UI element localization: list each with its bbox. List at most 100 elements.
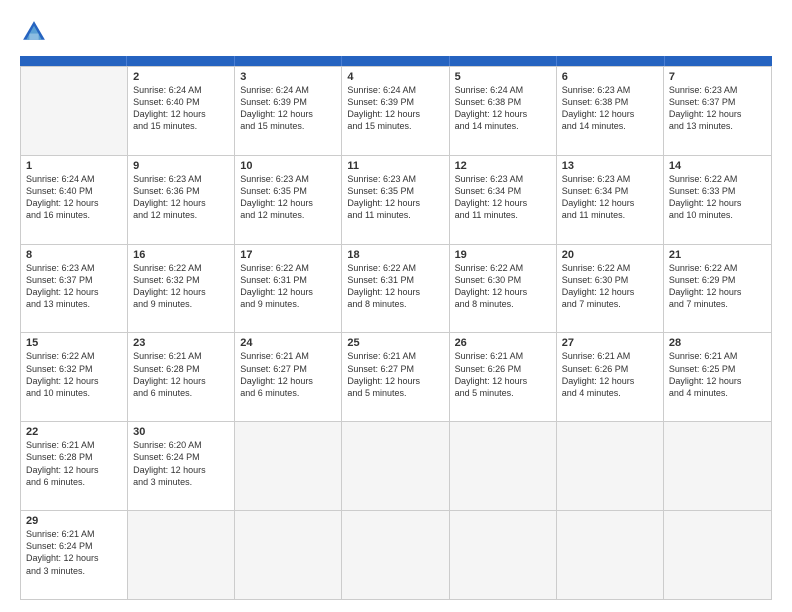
calendar-row-0: 2Sunrise: 6:24 AM Sunset: 6:40 PM Daylig…: [21, 66, 771, 155]
day-number-6: 6: [562, 71, 658, 83]
day-info-11: Sunrise: 6:23 AM Sunset: 6:35 PM Dayligh…: [347, 173, 443, 222]
day-number-3: 3: [240, 71, 336, 83]
day-cell-19: 19Sunrise: 6:22 AM Sunset: 6:30 PM Dayli…: [450, 245, 557, 333]
day-info-3: Sunrise: 6:24 AM Sunset: 6:39 PM Dayligh…: [240, 84, 336, 133]
day-number-20: 20: [562, 249, 658, 261]
calendar-body: 2Sunrise: 6:24 AM Sunset: 6:40 PM Daylig…: [20, 66, 772, 600]
day-number-23: 23: [133, 337, 229, 349]
day-cell-25: 25Sunrise: 6:21 AM Sunset: 6:27 PM Dayli…: [342, 333, 449, 421]
empty-cell-4-5: [557, 422, 664, 510]
day-info-2: Sunrise: 6:24 AM Sunset: 6:40 PM Dayligh…: [133, 84, 229, 133]
day-info-18: Sunrise: 6:22 AM Sunset: 6:31 PM Dayligh…: [347, 262, 443, 311]
calendar-row-2: 8Sunrise: 6:23 AM Sunset: 6:37 PM Daylig…: [21, 244, 771, 333]
day-cell-22: 22Sunrise: 6:21 AM Sunset: 6:28 PM Dayli…: [21, 422, 128, 510]
day-info-5: Sunrise: 6:24 AM Sunset: 6:38 PM Dayligh…: [455, 84, 551, 133]
day-cell-23: 23Sunrise: 6:21 AM Sunset: 6:28 PM Dayli…: [128, 333, 235, 421]
day-number-29: 29: [26, 515, 122, 527]
day-info-30: Sunrise: 6:20 AM Sunset: 6:24 PM Dayligh…: [133, 439, 229, 488]
day-info-19: Sunrise: 6:22 AM Sunset: 6:30 PM Dayligh…: [455, 262, 551, 311]
day-cell-27: 27Sunrise: 6:21 AM Sunset: 6:26 PM Dayli…: [557, 333, 664, 421]
day-cell-14: 14Sunrise: 6:22 AM Sunset: 6:33 PM Dayli…: [664, 156, 771, 244]
day-number-27: 27: [562, 337, 658, 349]
day-info-23: Sunrise: 6:21 AM Sunset: 6:28 PM Dayligh…: [133, 350, 229, 399]
day-cell-9: 9Sunrise: 6:23 AM Sunset: 6:36 PM Daylig…: [128, 156, 235, 244]
day-number-18: 18: [347, 249, 443, 261]
weekday-thursday: [450, 56, 557, 66]
day-number-5: 5: [455, 71, 551, 83]
weekday-sunday: [20, 56, 127, 66]
day-info-20: Sunrise: 6:22 AM Sunset: 6:30 PM Dayligh…: [562, 262, 658, 311]
day-info-13: Sunrise: 6:23 AM Sunset: 6:34 PM Dayligh…: [562, 173, 658, 222]
day-info-9: Sunrise: 6:23 AM Sunset: 6:36 PM Dayligh…: [133, 173, 229, 222]
calendar-row-1: 1Sunrise: 6:24 AM Sunset: 6:40 PM Daylig…: [21, 155, 771, 244]
day-number-2: 2: [133, 71, 229, 83]
logo: [20, 18, 52, 46]
weekday-wednesday: [342, 56, 449, 66]
day-number-7: 7: [669, 71, 766, 83]
calendar-row-4: 22Sunrise: 6:21 AM Sunset: 6:28 PM Dayli…: [21, 421, 771, 510]
day-number-14: 14: [669, 160, 766, 172]
day-info-15: Sunrise: 6:22 AM Sunset: 6:32 PM Dayligh…: [26, 350, 122, 399]
day-number-10: 10: [240, 160, 336, 172]
day-info-17: Sunrise: 6:22 AM Sunset: 6:31 PM Dayligh…: [240, 262, 336, 311]
empty-cell-5-1: [128, 511, 235, 599]
empty-cell-4-2: [235, 422, 342, 510]
day-cell-2: 2Sunrise: 6:24 AM Sunset: 6:40 PM Daylig…: [128, 67, 235, 155]
day-number-17: 17: [240, 249, 336, 261]
day-cell-16: 16Sunrise: 6:22 AM Sunset: 6:32 PM Dayli…: [128, 245, 235, 333]
empty-cell-0-0: [21, 67, 128, 155]
day-info-14: Sunrise: 6:22 AM Sunset: 6:33 PM Dayligh…: [669, 173, 766, 222]
day-info-16: Sunrise: 6:22 AM Sunset: 6:32 PM Dayligh…: [133, 262, 229, 311]
day-info-4: Sunrise: 6:24 AM Sunset: 6:39 PM Dayligh…: [347, 84, 443, 133]
day-cell-21: 21Sunrise: 6:22 AM Sunset: 6:29 PM Dayli…: [664, 245, 771, 333]
day-cell-6: 6Sunrise: 6:23 AM Sunset: 6:38 PM Daylig…: [557, 67, 664, 155]
day-info-10: Sunrise: 6:23 AM Sunset: 6:35 PM Dayligh…: [240, 173, 336, 222]
weekday-friday: [557, 56, 664, 66]
empty-cell-5-5: [557, 511, 664, 599]
calendar-row-3: 15Sunrise: 6:22 AM Sunset: 6:32 PM Dayli…: [21, 332, 771, 421]
day-cell-8: 8Sunrise: 6:23 AM Sunset: 6:37 PM Daylig…: [21, 245, 128, 333]
empty-cell-5-3: [342, 511, 449, 599]
logo-icon: [20, 18, 48, 46]
day-cell-10: 10Sunrise: 6:23 AM Sunset: 6:35 PM Dayli…: [235, 156, 342, 244]
empty-cell-4-6: [664, 422, 771, 510]
day-number-25: 25: [347, 337, 443, 349]
day-number-8: 8: [26, 249, 122, 261]
day-info-24: Sunrise: 6:21 AM Sunset: 6:27 PM Dayligh…: [240, 350, 336, 399]
day-cell-24: 24Sunrise: 6:21 AM Sunset: 6:27 PM Dayli…: [235, 333, 342, 421]
day-cell-20: 20Sunrise: 6:22 AM Sunset: 6:30 PM Dayli…: [557, 245, 664, 333]
empty-cell-4-4: [450, 422, 557, 510]
day-info-1: Sunrise: 6:24 AM Sunset: 6:40 PM Dayligh…: [26, 173, 122, 222]
day-info-27: Sunrise: 6:21 AM Sunset: 6:26 PM Dayligh…: [562, 350, 658, 399]
day-cell-29: 29Sunrise: 6:21 AM Sunset: 6:24 PM Dayli…: [21, 511, 128, 599]
day-cell-15: 15Sunrise: 6:22 AM Sunset: 6:32 PM Dayli…: [21, 333, 128, 421]
day-cell-26: 26Sunrise: 6:21 AM Sunset: 6:26 PM Dayli…: [450, 333, 557, 421]
day-cell-11: 11Sunrise: 6:23 AM Sunset: 6:35 PM Dayli…: [342, 156, 449, 244]
day-number-28: 28: [669, 337, 766, 349]
empty-cell-5-6: [664, 511, 771, 599]
day-number-19: 19: [455, 249, 551, 261]
day-cell-28: 28Sunrise: 6:21 AM Sunset: 6:25 PM Dayli…: [664, 333, 771, 421]
day-number-13: 13: [562, 160, 658, 172]
empty-cell-4-3: [342, 422, 449, 510]
day-cell-7: 7Sunrise: 6:23 AM Sunset: 6:37 PM Daylig…: [664, 67, 771, 155]
weekday-monday: [127, 56, 234, 66]
day-cell-18: 18Sunrise: 6:22 AM Sunset: 6:31 PM Dayli…: [342, 245, 449, 333]
day-number-12: 12: [455, 160, 551, 172]
header: [20, 18, 772, 46]
day-number-26: 26: [455, 337, 551, 349]
day-number-9: 9: [133, 160, 229, 172]
day-cell-3: 3Sunrise: 6:24 AM Sunset: 6:39 PM Daylig…: [235, 67, 342, 155]
day-number-4: 4: [347, 71, 443, 83]
weekday-tuesday: [235, 56, 342, 66]
day-number-24: 24: [240, 337, 336, 349]
day-cell-5: 5Sunrise: 6:24 AM Sunset: 6:38 PM Daylig…: [450, 67, 557, 155]
day-number-30: 30: [133, 426, 229, 438]
day-number-1: 1: [26, 160, 122, 172]
day-cell-30: 30Sunrise: 6:20 AM Sunset: 6:24 PM Dayli…: [128, 422, 235, 510]
day-info-26: Sunrise: 6:21 AM Sunset: 6:26 PM Dayligh…: [455, 350, 551, 399]
day-cell-4: 4Sunrise: 6:24 AM Sunset: 6:39 PM Daylig…: [342, 67, 449, 155]
calendar-header: [20, 56, 772, 66]
day-number-15: 15: [26, 337, 122, 349]
day-cell-1: 1Sunrise: 6:24 AM Sunset: 6:40 PM Daylig…: [21, 156, 128, 244]
